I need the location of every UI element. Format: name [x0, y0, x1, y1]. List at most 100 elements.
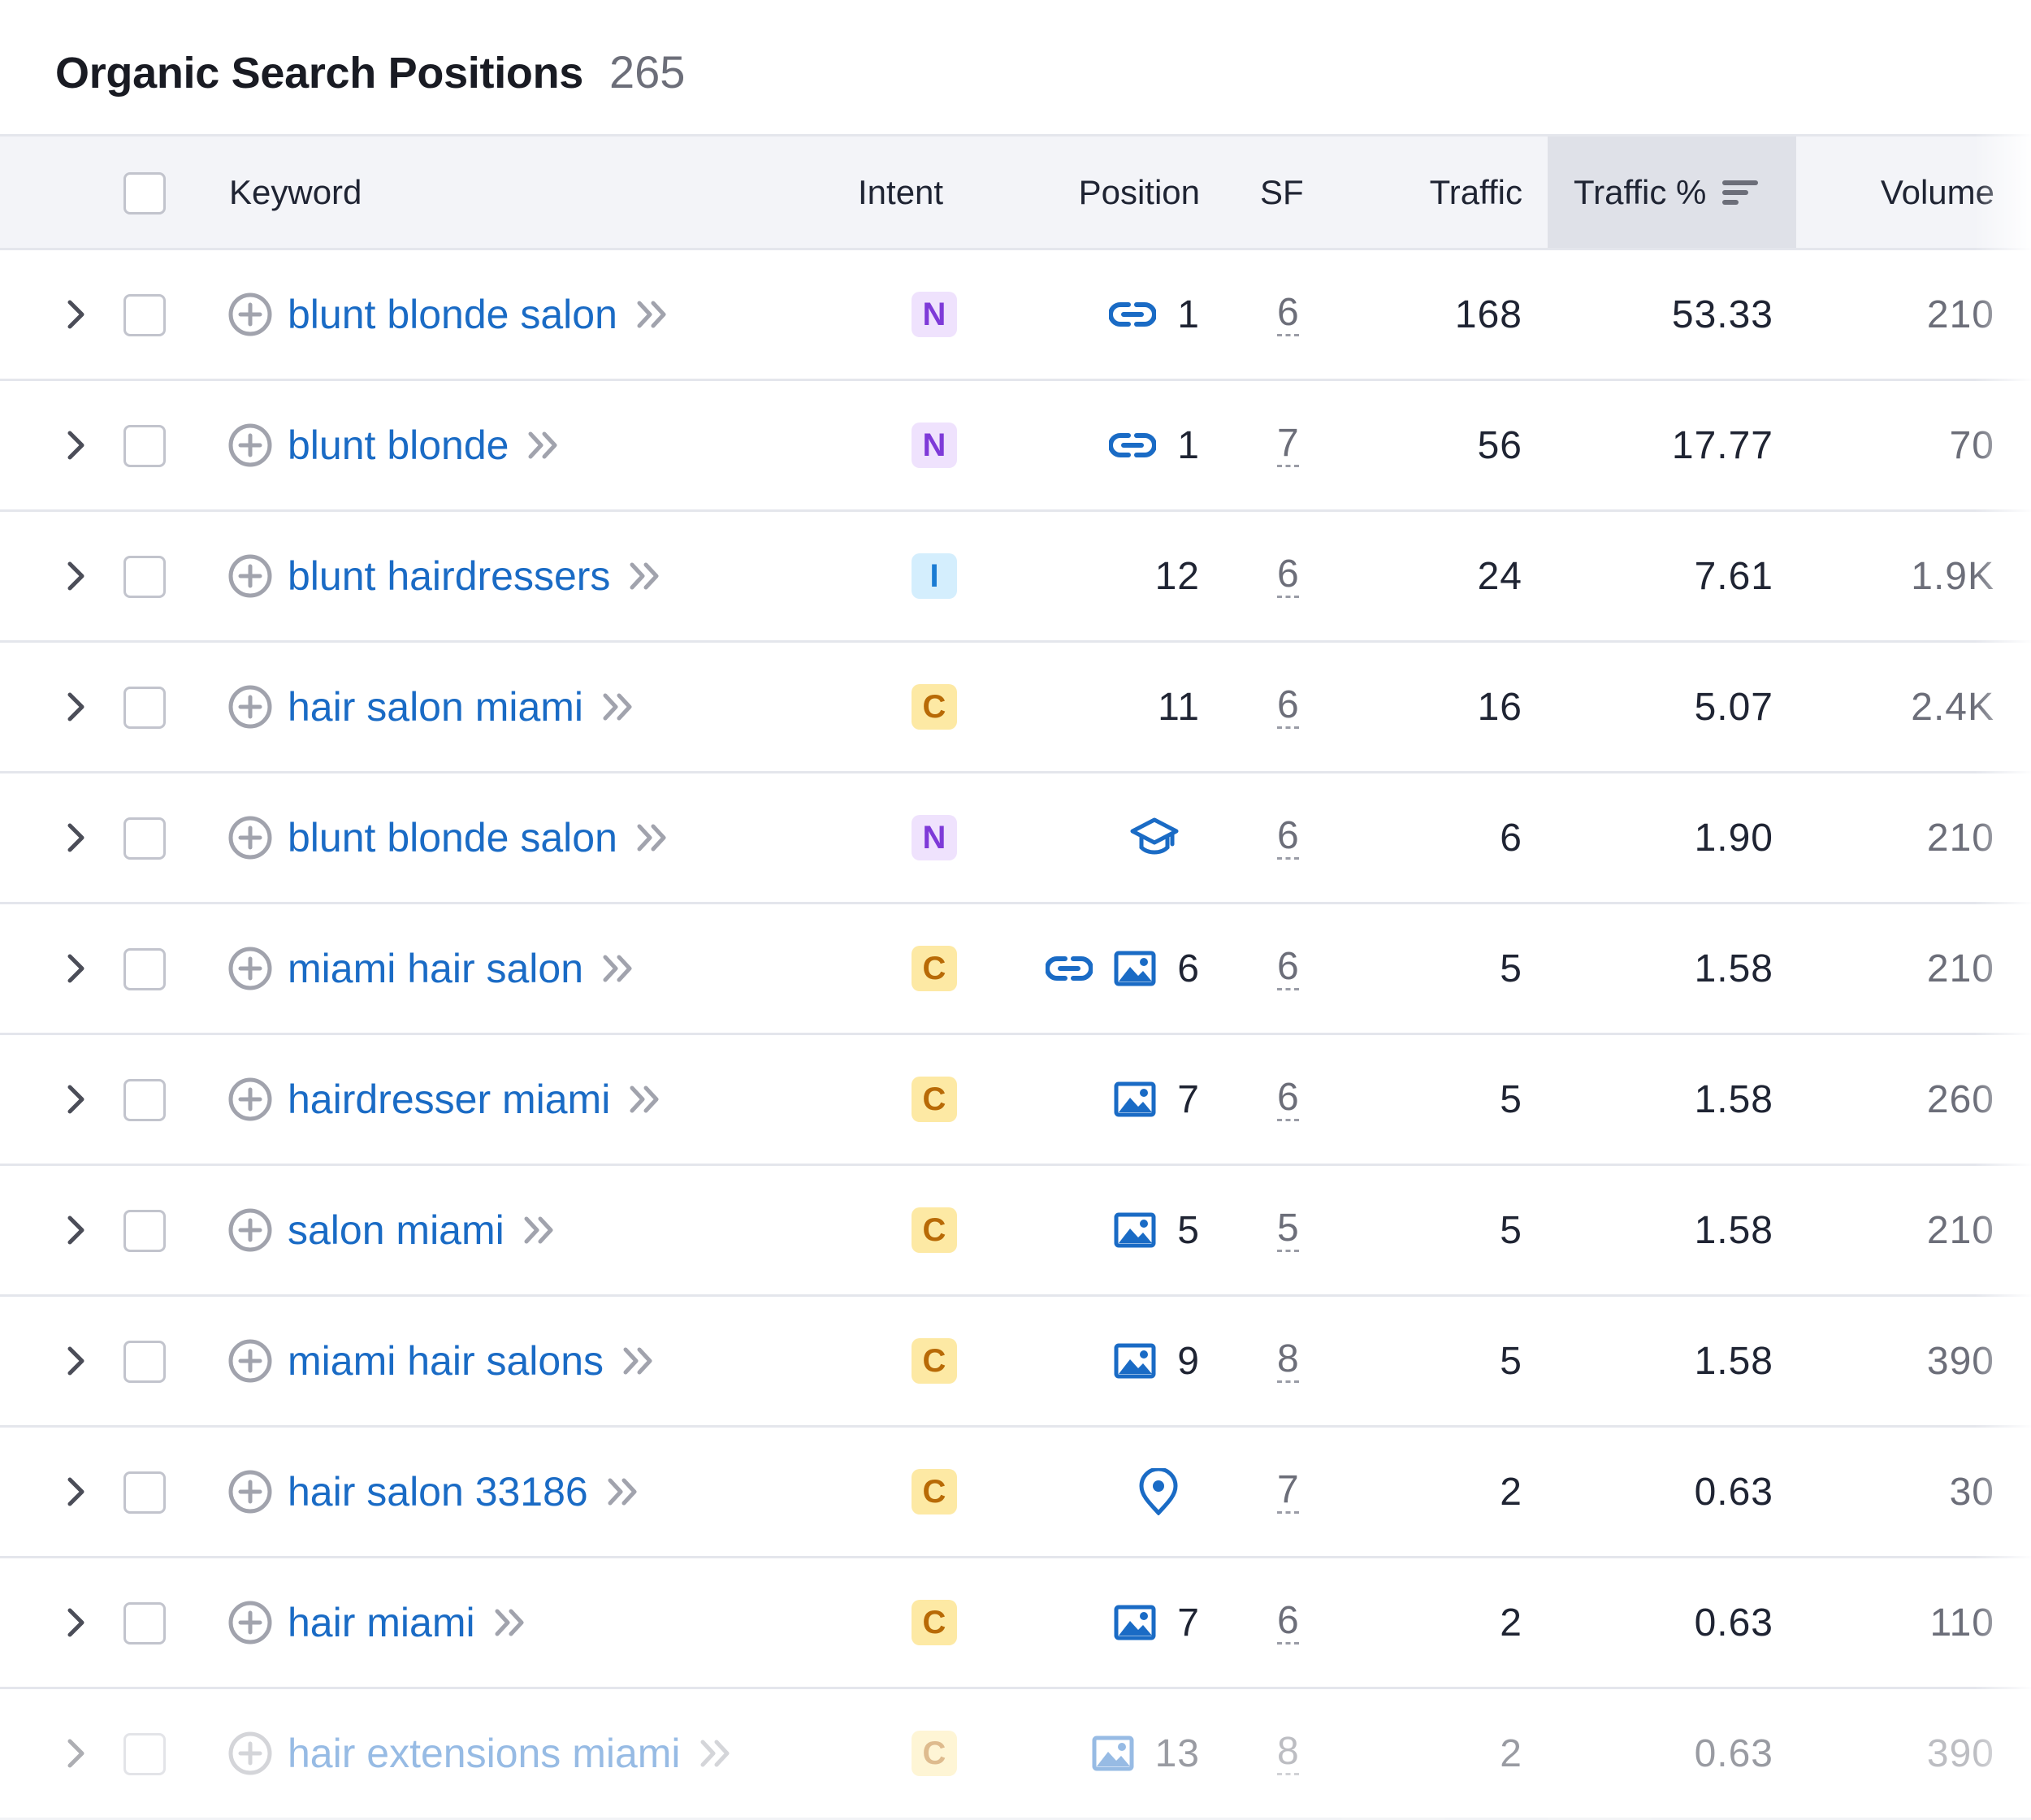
keyword-link[interactable]: hair salon miami	[288, 683, 583, 730]
serp-features-count[interactable]: 8	[1277, 1731, 1299, 1775]
keyword-cell: blunt blonde	[227, 381, 562, 509]
add-keyword-icon[interactable]	[227, 815, 273, 860]
table-row[interactable]: hair salon miami C 11 6 16 5.07 2.4K	[0, 643, 2031, 774]
row-checkbox[interactable]	[123, 425, 166, 467]
table-row[interactable]: hair salon 33186 C 7 2 0.63 30	[0, 1428, 2031, 1558]
expand-row-button[interactable]	[67, 1297, 86, 1425]
add-keyword-icon[interactable]	[227, 553, 273, 599]
image-icon	[1114, 1605, 1156, 1640]
column-keyword[interactable]: Keyword	[229, 136, 362, 248]
keyword-details-icon[interactable]	[526, 430, 562, 461]
row-checkbox[interactable]	[123, 1602, 166, 1644]
add-keyword-icon[interactable]	[227, 1469, 273, 1514]
expand-row-button[interactable]	[67, 1166, 86, 1294]
table-row[interactable]: blunt blonde N 1 7 56 17.77 70	[0, 381, 2031, 512]
chevron-right-icon	[67, 561, 86, 592]
serp-features-count[interactable]: 6	[1277, 292, 1299, 336]
keyword-link[interactable]: blunt hairdressers	[288, 552, 610, 600]
serp-features-count[interactable]: 6	[1277, 946, 1299, 990]
table-row[interactable]: hairdresser miami C 7 6 5 1.58 260	[0, 1035, 2031, 1166]
keyword-details-icon[interactable]	[621, 1346, 657, 1376]
keyword-link[interactable]: salon miami	[288, 1207, 505, 1254]
keyword-details-icon[interactable]	[606, 1476, 642, 1507]
serp-features-count[interactable]: 6	[1277, 553, 1299, 598]
table-row[interactable]: hair miami C 7 6 2 0.63 110	[0, 1558, 2031, 1689]
table-row[interactable]: miami hair salon C 6 6 5 1.58 210	[0, 904, 2031, 1035]
row-checkbox[interactable]	[123, 1341, 166, 1383]
column-intent[interactable]: Intent	[858, 136, 943, 248]
keyword-link[interactable]: miami hair salons	[288, 1337, 604, 1384]
expand-row-button[interactable]	[67, 774, 86, 902]
add-keyword-icon[interactable]	[227, 292, 273, 337]
row-checkbox[interactable]	[123, 948, 166, 990]
row-checkbox[interactable]	[123, 1733, 166, 1775]
serp-features-count[interactable]: 6	[1277, 1077, 1299, 1121]
keyword-link[interactable]: hair salon 33186	[288, 1468, 588, 1515]
serp-features-count[interactable]: 7	[1277, 1469, 1299, 1514]
expand-row-button[interactable]	[67, 512, 86, 640]
keyword-details-icon[interactable]	[699, 1738, 734, 1769]
keyword-details-icon[interactable]	[522, 1215, 558, 1246]
keyword-details-icon[interactable]	[635, 822, 671, 853]
keyword-details-icon[interactable]	[601, 691, 637, 722]
keyword-link[interactable]: hairdresser miami	[288, 1076, 610, 1123]
serp-features-count[interactable]: 7	[1277, 422, 1299, 467]
add-keyword-icon[interactable]	[227, 1731, 273, 1776]
row-checkbox[interactable]	[123, 1079, 166, 1121]
table-row[interactable]: blunt blonde salon N 6 6 1.90 210	[0, 774, 2031, 904]
keyword-link[interactable]: blunt blonde	[288, 422, 509, 469]
row-checkbox[interactable]	[123, 1210, 166, 1252]
keyword-link[interactable]: hair extensions miami	[288, 1730, 681, 1777]
column-sf[interactable]: SF	[1260, 136, 1304, 248]
column-traffic[interactable]: Traffic	[1381, 136, 1522, 248]
expand-row-button[interactable]	[67, 1558, 86, 1687]
serp-features-count[interactable]: 8	[1277, 1338, 1299, 1383]
expand-row-button[interactable]	[67, 643, 86, 771]
table-row[interactable]: blunt hairdressers I 12 6 24 7.61 1.9K	[0, 512, 2031, 643]
add-keyword-icon[interactable]	[227, 946, 273, 991]
expand-row-button[interactable]	[67, 250, 86, 379]
table-row[interactable]: blunt blonde salon N 1 6 168 53.33 210	[0, 250, 2031, 381]
row-checkbox[interactable]	[123, 1471, 166, 1514]
add-keyword-icon[interactable]	[227, 684, 273, 730]
expand-row-button[interactable]	[67, 1689, 86, 1818]
intent-cell: C	[912, 1166, 957, 1294]
traffic-percent-value: 17.77	[1671, 423, 1773, 467]
add-keyword-icon[interactable]	[227, 1338, 273, 1384]
keyword-link[interactable]: blunt blonde salon	[288, 814, 617, 861]
keyword-details-icon[interactable]	[628, 561, 664, 592]
expand-row-button[interactable]	[67, 381, 86, 509]
expand-row-button[interactable]	[67, 904, 86, 1033]
keyword-details-icon[interactable]	[635, 299, 671, 330]
keyword-link[interactable]: blunt blonde salon	[288, 291, 617, 338]
add-keyword-icon[interactable]	[227, 1077, 273, 1122]
row-checkbox[interactable]	[123, 556, 166, 598]
table-row[interactable]: hair extensions miami C 13 8 2 0.63 390	[0, 1689, 2031, 1820]
add-keyword-icon[interactable]	[227, 422, 273, 468]
keyword-details-icon[interactable]	[601, 953, 637, 984]
column-volume[interactable]: Volume	[1828, 136, 1994, 248]
volume-cell: 390	[1828, 1297, 1994, 1425]
table-row[interactable]: salon miami C 5 5 5 1.58 210	[0, 1166, 2031, 1297]
row-checkbox[interactable]	[123, 294, 166, 336]
serp-features-count[interactable]: 6	[1277, 684, 1299, 729]
expand-row-button[interactable]	[67, 1428, 86, 1556]
keyword-details-icon[interactable]	[493, 1607, 529, 1638]
serp-features-count[interactable]: 6	[1277, 815, 1299, 860]
add-keyword-icon[interactable]	[227, 1207, 273, 1253]
select-all-checkbox[interactable]	[123, 172, 166, 214]
keyword-link[interactable]: miami hair salon	[288, 945, 583, 992]
column-position[interactable]: Position	[1016, 136, 1200, 248]
keyword-link[interactable]: hair miami	[288, 1599, 475, 1646]
traffic-cell: 5	[1381, 1297, 1522, 1425]
column-traffic-percent[interactable]: Traffic %	[1548, 136, 1796, 248]
serp-features-count[interactable]: 5	[1277, 1207, 1299, 1252]
table-row[interactable]: miami hair salons C 9 8 5 1.58 390	[0, 1297, 2031, 1428]
keyword-details-icon[interactable]	[628, 1084, 664, 1115]
row-checkbox[interactable]	[123, 817, 166, 860]
traffic-cell: 24	[1381, 512, 1522, 640]
add-keyword-icon[interactable]	[227, 1600, 273, 1645]
expand-row-button[interactable]	[67, 1035, 86, 1164]
serp-features-count[interactable]: 6	[1277, 1600, 1299, 1644]
row-checkbox[interactable]	[123, 687, 166, 729]
